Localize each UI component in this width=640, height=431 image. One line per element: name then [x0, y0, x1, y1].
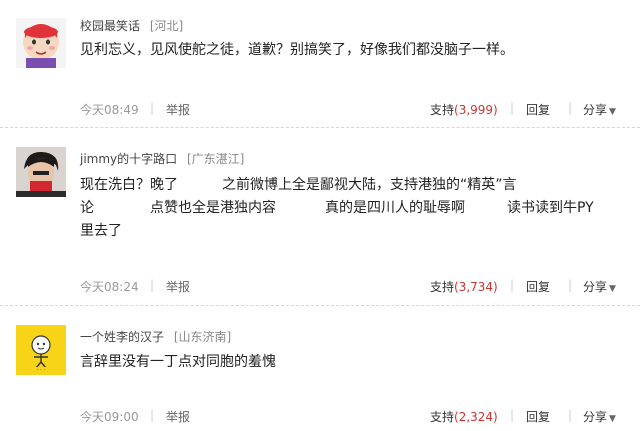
report-link[interactable]: 举报	[166, 408, 190, 425]
comment-segment: 见利忘义，见风使舵之徒，道歉？别搞笑了，好像我们都没脑子一样。	[80, 42, 514, 58]
timestamp: 今天08:24	[80, 280, 139, 294]
avatar[interactable]	[16, 18, 66, 68]
timestamp: 今天08:49	[80, 103, 139, 117]
comment-line: 见利忘义，见风使舵之徒，道歉？别搞笑了，好像我们都没脑子一样。	[80, 39, 620, 62]
timestamp: 今天09:00	[80, 410, 139, 424]
caret-down-icon: ▼	[609, 284, 616, 294]
separator: |	[568, 101, 573, 115]
separator: |	[150, 101, 155, 115]
user-line: 校园最笑话 [河北]	[80, 17, 183, 34]
separator: |	[568, 278, 573, 292]
reply-button[interactable]: 回复	[526, 408, 550, 425]
comment-segment: 言辞里没有一丁点对同胞的羞愧	[80, 354, 276, 370]
comment-text: 现在洗白？晚了 之前微博上全是鄙视大陆，支持港独的“精英”言 论 点赞也全是港独…	[80, 174, 620, 243]
comment-segment: 点赞也全是港独内容	[150, 200, 276, 216]
share-label: 分享	[583, 410, 608, 424]
separator: |	[568, 408, 573, 422]
comment-actions: 今天09:00 | 举报 支持(2,324) | 回复 | 分享 ▼	[80, 408, 625, 428]
share-label: 分享	[583, 103, 608, 117]
comment-line: 里去了	[80, 220, 620, 243]
share-button[interactable]: 分享 ▼	[583, 408, 616, 425]
support-label: 支持	[430, 410, 455, 424]
comment-text: 见利忘义，见风使舵之徒，道歉？别搞笑了，好像我们都没脑子一样。	[80, 39, 620, 62]
caret-down-icon: ▼	[609, 107, 616, 117]
user-location: [山东济南]	[173, 330, 232, 344]
user-line: jimmy的十字路口 [广东湛江]	[80, 150, 244, 167]
comment-line: 言辞里没有一丁点对同胞的羞愧	[80, 351, 620, 374]
divider	[0, 305, 640, 306]
support-label: 支持	[430, 280, 455, 294]
comment-segment: 现在洗白？晚了	[80, 177, 178, 193]
comment-actions: 今天08:49 | 举报 支持(3,999) | 回复 | 分享 ▼	[80, 101, 625, 121]
photo-avatar-icon	[16, 147, 66, 197]
separator: |	[150, 278, 155, 292]
comment-line: 现在洗白？晚了 之前微博上全是鄙视大陆，支持港独的“精英”言	[80, 174, 620, 197]
support-button[interactable]: 支持(3,734)	[430, 278, 498, 295]
support-label: 支持	[430, 103, 455, 117]
comment-actions: 今天08:24 | 举报 支持(3,734) | 回复 | 分享 ▼	[80, 278, 625, 298]
comment-segment: 读书读到牛PY	[507, 200, 594, 216]
separator: |	[510, 408, 515, 422]
separator: |	[150, 408, 155, 422]
support-count: (3,734)	[454, 280, 498, 294]
comment-segment: 真的是四川人的耻辱啊	[325, 200, 465, 216]
user-location: [广东湛江]	[186, 152, 245, 166]
share-button[interactable]: 分享 ▼	[583, 278, 616, 295]
avatar[interactable]: · · ·	[16, 325, 66, 375]
support-count: (3,999)	[454, 103, 498, 117]
report-link[interactable]: 举报	[166, 101, 190, 118]
user-line: 一个姓李的汉子 [山东济南]	[80, 328, 231, 345]
comment-text: 言辞里没有一丁点对同胞的羞愧	[80, 351, 620, 374]
cartoon-avatar-icon	[16, 18, 66, 68]
comment-segment: 里去了	[80, 223, 122, 239]
support-button[interactable]: 支持(3,999)	[430, 101, 498, 118]
avatar[interactable]	[16, 147, 66, 197]
share-button[interactable]: 分享 ▼	[583, 101, 616, 118]
doodle-avatar-icon: · · ·	[16, 325, 66, 375]
user-location: [河北]	[149, 19, 184, 33]
caret-down-icon: ▼	[609, 414, 616, 424]
support-button[interactable]: 支持(2,324)	[430, 408, 498, 425]
svg-text:· · ·: · · ·	[36, 367, 46, 374]
reply-button[interactable]: 回复	[526, 278, 550, 295]
comment-segment: 论	[80, 200, 94, 216]
comment-segment: 之前微博上全是鄙视大陆，支持港独的“精英”言	[222, 177, 517, 193]
username[interactable]: jimmy的十字路口	[80, 152, 177, 166]
reply-button[interactable]: 回复	[526, 101, 550, 118]
support-count: (2,324)	[454, 410, 498, 424]
comment-line: 论 点赞也全是港独内容 真的是四川人的耻辱啊 读书读到牛PY	[80, 197, 620, 220]
share-label: 分享	[583, 280, 608, 294]
report-link[interactable]: 举报	[166, 278, 190, 295]
divider	[0, 127, 640, 128]
separator: |	[510, 278, 515, 292]
username[interactable]: 校园最笑话	[80, 19, 140, 33]
username[interactable]: 一个姓李的汉子	[80, 330, 164, 344]
separator: |	[510, 101, 515, 115]
